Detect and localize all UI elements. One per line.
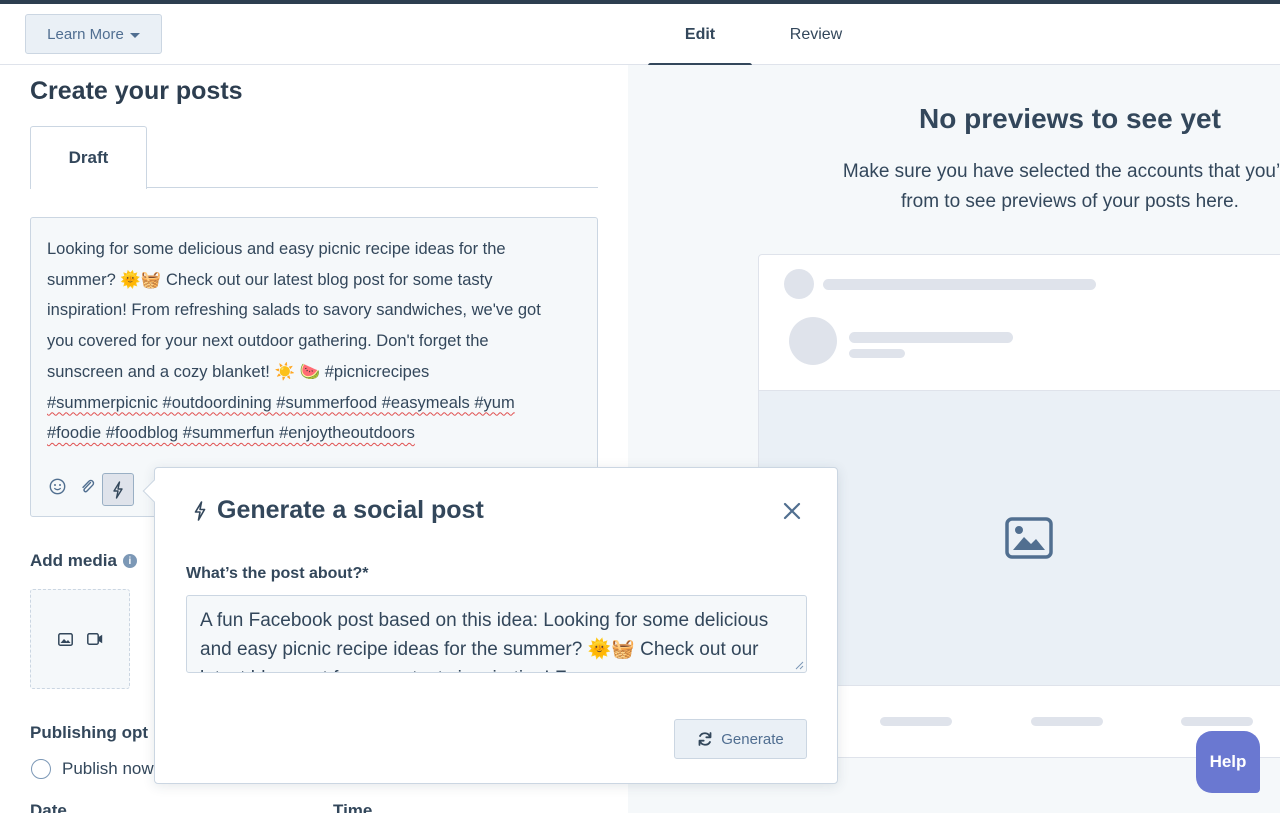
ai-generate-icon bbox=[194, 500, 206, 521]
resize-handle-icon[interactable] bbox=[795, 661, 804, 670]
preview-subtitle-line: from to see previews of your posts here. bbox=[901, 191, 1239, 212]
editor-line: sunscreen and a cozy blanket! ☀️ 🍉 #picn… bbox=[47, 362, 430, 381]
refresh-icon bbox=[698, 732, 712, 746]
time-label: Time bbox=[333, 801, 373, 813]
editor-line: inspiration! From refreshing salads to s… bbox=[47, 301, 541, 320]
publish-now-label[interactable]: Publish now bbox=[62, 759, 154, 779]
add-media-text: Add media bbox=[30, 551, 117, 570]
tab-draft[interactable]: Draft bbox=[30, 126, 147, 189]
skeleton-line bbox=[849, 349, 905, 358]
close-icon[interactable] bbox=[779, 498, 805, 524]
date-label: Date bbox=[30, 801, 67, 813]
generate-label: Generate bbox=[721, 730, 784, 748]
skeleton-line bbox=[880, 717, 952, 726]
tab-edit[interactable]: Edit bbox=[648, 4, 752, 68]
add-media-label: Add media i bbox=[30, 551, 137, 571]
header: Learn More Edit Review bbox=[0, 4, 1280, 68]
preview-subtitle-line: Make sure you have selected the accounts… bbox=[842, 161, 1280, 182]
image-icon[interactable] bbox=[57, 631, 73, 647]
learn-more-label: Learn More bbox=[47, 25, 124, 43]
skeleton-line bbox=[849, 332, 1013, 343]
generate-button[interactable]: Generate bbox=[674, 719, 807, 759]
editor-line: #foodie #foodblog #summerfun #enjoytheou… bbox=[47, 424, 415, 443]
help-button[interactable]: Help bbox=[1196, 731, 1260, 793]
editor-line: summer? 🌞🧺 Check out our latest blog pos… bbox=[47, 270, 493, 289]
paperclip-icon[interactable] bbox=[74, 473, 100, 499]
publishing-options-label: Publishing opt bbox=[30, 723, 149, 742]
video-icon[interactable] bbox=[87, 631, 103, 647]
post-about-label: What’s the post about?* bbox=[186, 565, 369, 582]
image-placeholder-icon bbox=[1005, 517, 1053, 559]
skeleton-avatar bbox=[784, 269, 814, 299]
generate-post-popover: Generate a social post What’s the post a… bbox=[142, 467, 838, 784]
preview-subtitle: Make sure you have selected the accounts… bbox=[628, 157, 1280, 217]
skeleton-line bbox=[1031, 717, 1103, 726]
editor-line: #summerpicnic #outdoordining #summerfood… bbox=[47, 393, 515, 412]
post-about-value: A fun Facebook post based on this idea: … bbox=[200, 610, 769, 672]
tab-review[interactable]: Review bbox=[768, 4, 864, 65]
popover-title: Generate a social post bbox=[193, 496, 484, 525]
learn-more-dropdown[interactable]: Learn More bbox=[25, 14, 162, 54]
ai-generate-icon[interactable] bbox=[102, 473, 134, 506]
editor-line: you covered for your next outdoor gather… bbox=[47, 332, 489, 351]
publish-now-radio[interactable] bbox=[31, 759, 51, 779]
post-editor-text[interactable]: Looking for some delicious and easy picn… bbox=[47, 234, 587, 449]
editor-line: Looking for some delicious and easy picn… bbox=[47, 240, 506, 258]
caret-down-icon bbox=[129, 32, 140, 38]
skeleton-line bbox=[823, 279, 1096, 290]
skeleton-avatar bbox=[789, 317, 837, 365]
popover-title-text: Generate a social post bbox=[217, 496, 484, 524]
post-about-textarea[interactable]: A fun Facebook post based on this idea: … bbox=[186, 595, 807, 673]
emoji-icon[interactable] bbox=[44, 473, 70, 499]
draft-tabs: Draft bbox=[30, 126, 598, 189]
page-title: Create your posts bbox=[30, 77, 243, 105]
media-upload-box[interactable] bbox=[30, 589, 130, 689]
info-icon[interactable]: i bbox=[122, 554, 137, 568]
preview-title: No previews to see yet bbox=[919, 103, 1221, 134]
skeleton-line bbox=[1181, 717, 1253, 726]
